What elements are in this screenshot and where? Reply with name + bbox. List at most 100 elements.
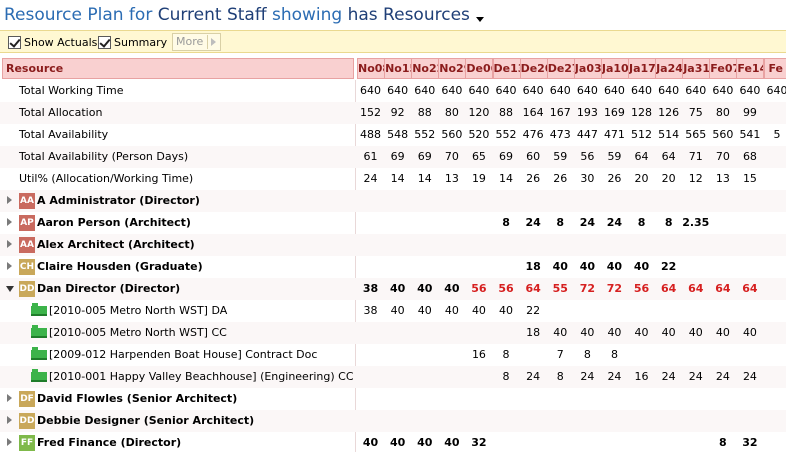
hours-cell[interactable]: 38: [357, 278, 384, 300]
hours-cell[interactable]: 19: [465, 168, 492, 190]
hours-cell[interactable]: 24: [601, 212, 628, 234]
hours-cell[interactable]: 640: [357, 80, 384, 102]
hours-cell[interactable]: 56: [628, 278, 655, 300]
hours-cell[interactable]: 38: [357, 300, 384, 322]
hours-cell[interactable]: 71: [682, 146, 709, 168]
hours-cell[interactable]: 20: [628, 168, 655, 190]
hours-cell[interactable]: 22: [520, 300, 547, 322]
view-selector[interactable]: Current Staff: [158, 5, 267, 25]
hours-cell[interactable]: 512: [628, 124, 655, 146]
hours-cell[interactable]: 70: [709, 146, 736, 168]
hours-cell[interactable]: 69: [411, 146, 438, 168]
hours-cell[interactable]: 75: [682, 102, 709, 124]
hours-cell[interactable]: 40: [357, 432, 384, 452]
column-header-week[interactable]: Ja31: [682, 58, 711, 79]
hours-cell[interactable]: 88: [411, 102, 438, 124]
hours-cell[interactable]: 473: [547, 124, 574, 146]
hours-cell[interactable]: 40: [601, 256, 628, 278]
hours-cell[interactable]: 14: [493, 168, 520, 190]
hours-cell[interactable]: 514: [655, 124, 682, 146]
hours-cell[interactable]: 16: [465, 344, 492, 366]
hours-cell[interactable]: 56: [465, 278, 492, 300]
hours-cell[interactable]: 24: [574, 212, 601, 234]
hours-cell[interactable]: 167: [547, 102, 574, 124]
hours-cell[interactable]: 40: [655, 322, 682, 344]
hours-cell[interactable]: 120: [465, 102, 492, 124]
resource-row[interactable]: CH Claire Housden (Graduate) 18 40 40 40 40 22: [0, 256, 786, 278]
more-button[interactable]: More: [172, 33, 221, 51]
hours-cell[interactable]: 40: [574, 256, 601, 278]
hours-cell[interactable]: 640: [709, 80, 736, 102]
resource-row[interactable]: AA A Administrator (Director): [0, 190, 786, 212]
hours-cell[interactable]: 64: [655, 278, 682, 300]
resource-name[interactable]: Claire Housden (Graduate): [37, 256, 203, 278]
summary-row[interactable]: Total Allocation 152 92 88 80 120 88 164 167 193 1…: [0, 102, 786, 124]
hours-cell[interactable]: 447: [574, 124, 601, 146]
expand-closed-icon[interactable]: [7, 262, 12, 270]
hours-cell[interactable]: 640: [574, 80, 601, 102]
hours-cell[interactable]: 88: [493, 102, 520, 124]
column-header-week[interactable]: Fe07: [709, 58, 738, 79]
hours-cell[interactable]: 56: [574, 146, 601, 168]
hours-cell[interactable]: 99: [736, 102, 763, 124]
expand-closed-icon[interactable]: [7, 218, 12, 226]
column-header-week[interactable]: No29: [438, 58, 467, 79]
hours-cell[interactable]: 8: [547, 366, 574, 388]
hours-cell[interactable]: 69: [384, 146, 411, 168]
hours-cell[interactable]: 40: [682, 322, 709, 344]
hours-cell[interactable]: 40: [438, 432, 465, 452]
summary-row[interactable]: Total Availability 488 548 552 560 520 552 476 4…: [0, 124, 786, 146]
summary-checkbox[interactable]: Summary: [98, 35, 167, 50]
hours-cell[interactable]: 26: [520, 168, 547, 190]
hours-cell[interactable]: 30: [574, 168, 601, 190]
allocation-row[interactable]: [2010-001 Happy Valley Beachhouse] (Engi…: [0, 366, 786, 388]
resource-row[interactable]: AA Alex Architect (Architect): [0, 234, 786, 256]
hours-cell[interactable]: 640: [764, 80, 786, 102]
hours-cell[interactable]: 72: [574, 278, 601, 300]
hours-cell[interactable]: 20: [655, 168, 682, 190]
resource-name[interactable]: [2009-012 Harpenden Boat House] Contract…: [49, 344, 317, 366]
resource-name[interactable]: Alex Architect (Architect): [37, 234, 195, 256]
hours-cell[interactable]: 24: [574, 366, 601, 388]
hours-cell[interactable]: 68: [736, 146, 763, 168]
hours-cell[interactable]: 40: [384, 300, 411, 322]
chevron-right-icon[interactable]: [207, 35, 219, 49]
column-header-week[interactable]: De13: [492, 58, 521, 79]
hours-cell[interactable]: 40: [411, 278, 438, 300]
hours-cell[interactable]: 40: [709, 322, 736, 344]
hours-cell[interactable]: 61: [357, 146, 384, 168]
hours-cell[interactable]: 640: [655, 80, 682, 102]
hours-cell[interactable]: 60: [520, 146, 547, 168]
hours-cell[interactable]: 55: [547, 278, 574, 300]
hours-cell[interactable]: 8: [574, 344, 601, 366]
hours-cell[interactable]: 24: [357, 168, 384, 190]
hours-cell[interactable]: 80: [709, 102, 736, 124]
resource-row[interactable]: DD Debbie Designer (Senior Architect): [0, 410, 786, 432]
column-header-week[interactable]: Fe14: [736, 58, 765, 79]
hours-cell[interactable]: 24: [709, 366, 736, 388]
column-header-week[interactable]: Ja03: [573, 58, 602, 79]
expand-closed-icon[interactable]: [7, 196, 12, 204]
column-header-week[interactable]: No15: [384, 58, 413, 79]
column-header-week[interactable]: De20: [519, 58, 548, 79]
hours-cell[interactable]: 5: [764, 124, 786, 146]
hours-cell[interactable]: 40: [493, 300, 520, 322]
hours-cell[interactable]: 14: [384, 168, 411, 190]
hours-cell[interactable]: 40: [411, 432, 438, 452]
hours-cell[interactable]: 64: [709, 278, 736, 300]
hours-cell[interactable]: 8: [655, 212, 682, 234]
chevron-down-icon[interactable]: [475, 17, 484, 22]
hours-cell[interactable]: 552: [493, 124, 520, 146]
hours-cell[interactable]: 13: [438, 168, 465, 190]
hours-cell[interactable]: 126: [655, 102, 682, 124]
column-header-week[interactable]: De06: [465, 58, 494, 79]
hours-cell[interactable]: 8: [493, 366, 520, 388]
resource-column-header[interactable]: Resource: [2, 58, 354, 79]
hours-cell[interactable]: 640: [628, 80, 655, 102]
hours-cell[interactable]: 40: [628, 322, 655, 344]
resource-name[interactable]: Fred Finance (Director): [37, 432, 181, 452]
hours-cell[interactable]: 24: [682, 366, 709, 388]
column-header-week[interactable]: No22: [411, 58, 440, 79]
hours-cell[interactable]: 64: [736, 278, 763, 300]
expand-closed-icon[interactable]: [7, 240, 12, 248]
